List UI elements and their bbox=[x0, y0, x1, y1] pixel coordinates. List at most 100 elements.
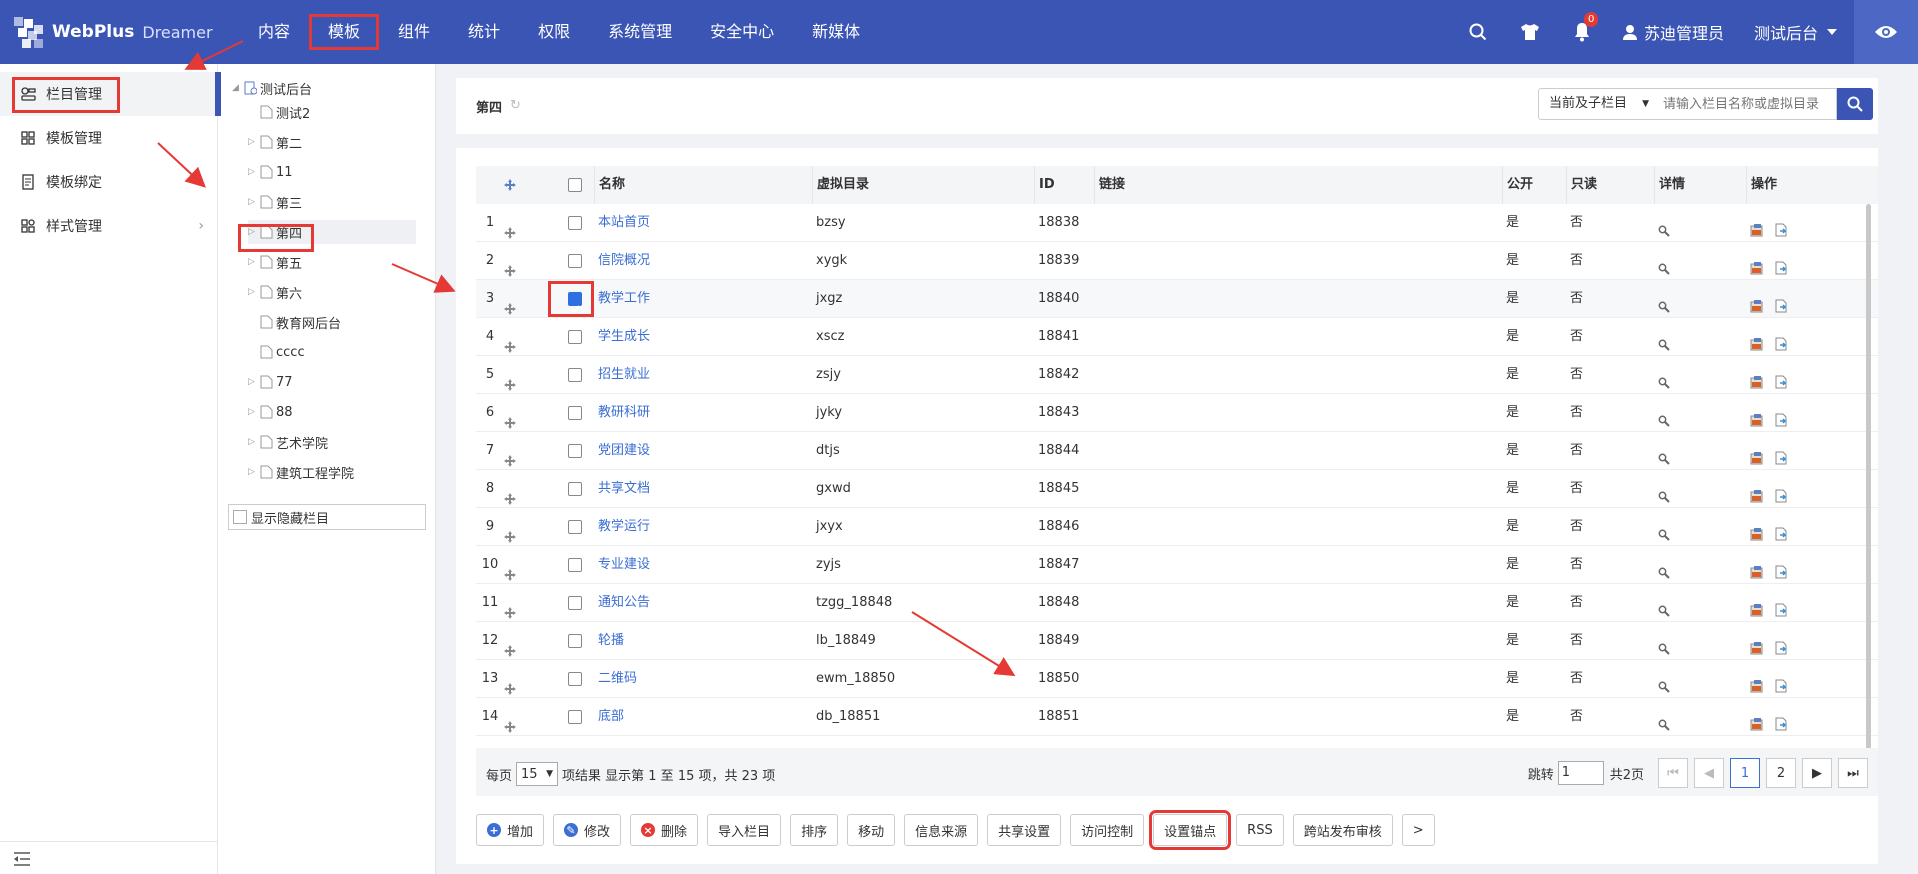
table-row[interactable]: 7 党团建设 dtjs 18844 是 否 bbox=[476, 432, 1878, 470]
row-checkbox[interactable] bbox=[568, 558, 582, 572]
edit-template-icon[interactable] bbox=[1750, 443, 1764, 465]
nav-template[interactable]: 模板 bbox=[309, 14, 380, 50]
edit-button[interactable]: ✎ 修改 bbox=[553, 814, 622, 846]
tree-node[interactable]: ▷ 11 bbox=[248, 160, 293, 184]
row-checkbox[interactable] bbox=[568, 482, 582, 496]
table-row[interactable]: 13 二维码 ewm_18850 18850 是 否 bbox=[476, 660, 1878, 698]
access-control-button[interactable]: 访问控制 bbox=[1070, 814, 1145, 846]
tree-node[interactable]: ▷ 建筑工程学院 bbox=[248, 460, 354, 484]
magnifier-detail-icon[interactable] bbox=[1658, 557, 1672, 579]
magnifier-detail-icon[interactable] bbox=[1658, 253, 1672, 275]
last-page-icon[interactable]: ⏭ bbox=[1838, 758, 1868, 788]
export-document-icon[interactable] bbox=[1774, 519, 1788, 541]
sidebar-item-style-management[interactable]: 样式管理 › bbox=[0, 204, 218, 248]
search-icon[interactable] bbox=[1452, 0, 1504, 64]
tree-node[interactable]: ▷ 88 bbox=[248, 400, 293, 424]
drag-handle-icon[interactable] bbox=[504, 407, 516, 429]
more-button[interactable]: > bbox=[1401, 814, 1435, 846]
rss-button[interactable]: RSS bbox=[1236, 814, 1284, 846]
edit-template-icon[interactable] bbox=[1750, 557, 1764, 579]
tree-node[interactable]: 教育网后台 bbox=[248, 310, 341, 334]
collapsed-triangle-icon[interactable]: ▷ bbox=[248, 137, 260, 147]
sidebar-item-template-management[interactable]: 模板管理 bbox=[0, 116, 218, 160]
collapsed-triangle-icon[interactable]: ▷ bbox=[248, 257, 260, 267]
magnifier-detail-icon[interactable] bbox=[1658, 405, 1672, 427]
column-name-link[interactable]: 二维码 bbox=[598, 660, 637, 698]
table-row[interactable]: 12 轮播 lb_18849 18849 是 否 bbox=[476, 622, 1878, 660]
set-anchor-button[interactable]: 设置锚点 bbox=[1149, 810, 1232, 850]
edit-template-icon[interactable] bbox=[1750, 595, 1764, 617]
collapsed-triangle-icon[interactable]: ▷ bbox=[248, 407, 260, 417]
nav-system[interactable]: 系统管理 bbox=[590, 15, 690, 49]
row-checkbox[interactable] bbox=[568, 216, 582, 230]
edit-template-icon[interactable] bbox=[1750, 519, 1764, 541]
collapsed-triangle-icon[interactable]: ▷ bbox=[248, 377, 260, 387]
export-document-icon[interactable] bbox=[1774, 671, 1788, 693]
eye-preview-icon[interactable] bbox=[1854, 0, 1918, 64]
table-row[interactable]: 10 专业建设 zyjs 18847 是 否 bbox=[476, 546, 1878, 584]
tree-node[interactable]: ▷ 77 bbox=[248, 370, 293, 394]
column-name-link[interactable]: 共享文档 bbox=[598, 470, 650, 508]
drag-handle-icon[interactable] bbox=[504, 369, 516, 391]
column-name-link[interactable]: 学生成长 bbox=[598, 318, 650, 356]
next-page-icon[interactable]: ▶ bbox=[1802, 758, 1832, 788]
page-1-button[interactable]: 1 bbox=[1730, 758, 1760, 788]
export-document-icon[interactable] bbox=[1774, 405, 1788, 427]
drag-handle-icon[interactable] bbox=[504, 597, 516, 619]
edit-template-icon[interactable] bbox=[1750, 481, 1764, 503]
column-name-link[interactable]: 教学工作 bbox=[598, 280, 650, 318]
sidebar-item-template-binding[interactable]: 模板绑定 bbox=[0, 160, 218, 204]
nav-new-media[interactable]: 新媒体 bbox=[794, 15, 878, 49]
edit-template-icon[interactable] bbox=[1750, 291, 1764, 313]
tree-node[interactable]: ▷ 第六 bbox=[248, 280, 302, 304]
magnifier-detail-icon[interactable] bbox=[1658, 481, 1672, 503]
row-checkbox[interactable] bbox=[568, 596, 582, 610]
move-button[interactable]: 移动 bbox=[847, 814, 896, 846]
cross-site-review-button[interactable]: 跨站发布审核 bbox=[1292, 814, 1393, 846]
collapsed-triangle-icon[interactable]: ▷ bbox=[248, 167, 260, 177]
tree-node[interactable]: 测试2 bbox=[248, 100, 310, 124]
edit-template-icon[interactable] bbox=[1750, 405, 1764, 427]
nav-permissions[interactable]: 权限 bbox=[520, 15, 588, 49]
notification-bell-icon[interactable]: 0 bbox=[1556, 0, 1608, 64]
collapse-menu-icon[interactable] bbox=[12, 850, 32, 868]
edit-template-icon[interactable] bbox=[1750, 253, 1764, 275]
row-checkbox[interactable] bbox=[568, 330, 582, 344]
export-document-icon[interactable] bbox=[1774, 367, 1788, 389]
tree-node[interactable]: ▷ 艺术学院 bbox=[248, 430, 328, 454]
edit-template-icon[interactable] bbox=[1750, 329, 1764, 351]
drag-handle-icon[interactable] bbox=[504, 445, 516, 467]
page-2-button[interactable]: 2 bbox=[1766, 758, 1796, 788]
column-name-link[interactable]: 轮播 bbox=[598, 622, 624, 660]
tree-node[interactable]: ▷ 第三 bbox=[248, 190, 302, 214]
drag-handle-icon[interactable] bbox=[504, 635, 516, 657]
select-all-checkbox[interactable] bbox=[568, 178, 582, 192]
export-document-icon[interactable] bbox=[1774, 595, 1788, 617]
drag-handle-icon[interactable] bbox=[504, 293, 516, 315]
export-document-icon[interactable] bbox=[1774, 557, 1788, 579]
row-checkbox[interactable] bbox=[568, 672, 582, 686]
collapsed-triangle-icon[interactable]: ▷ bbox=[248, 197, 260, 207]
column-name-link[interactable]: 教研科研 bbox=[598, 394, 650, 432]
export-document-icon[interactable] bbox=[1774, 253, 1788, 275]
magnifier-detail-icon[interactable] bbox=[1658, 367, 1672, 389]
magnifier-detail-icon[interactable] bbox=[1658, 519, 1672, 541]
export-document-icon[interactable] bbox=[1774, 215, 1788, 237]
edit-template-icon[interactable] bbox=[1750, 367, 1764, 389]
drag-handle-icon[interactable] bbox=[504, 673, 516, 695]
tree-node[interactable]: ▷ 第二 bbox=[248, 130, 302, 154]
drag-handle-icon[interactable] bbox=[504, 483, 516, 505]
table-row[interactable]: 4 学生成长 xscz 18841 是 否 bbox=[476, 318, 1878, 356]
row-checkbox[interactable] bbox=[568, 444, 582, 458]
magnifier-detail-icon[interactable] bbox=[1658, 215, 1672, 237]
collapsed-triangle-icon[interactable]: ▷ bbox=[248, 287, 260, 297]
search-scope-select[interactable]: 当前及子栏目 ▼ bbox=[1538, 88, 1656, 120]
row-checkbox[interactable] bbox=[568, 520, 582, 534]
nav-security[interactable]: 安全中心 bbox=[692, 15, 792, 49]
table-scrollbar[interactable] bbox=[1866, 204, 1871, 750]
table-row[interactable]: 9 教学运行 jxyx 18846 是 否 bbox=[476, 508, 1878, 546]
drag-handle-icon[interactable] bbox=[504, 711, 516, 733]
magnifier-detail-icon[interactable] bbox=[1658, 291, 1672, 313]
delete-button[interactable]: × 删除 bbox=[630, 814, 699, 846]
magnifier-detail-icon[interactable] bbox=[1658, 329, 1672, 351]
